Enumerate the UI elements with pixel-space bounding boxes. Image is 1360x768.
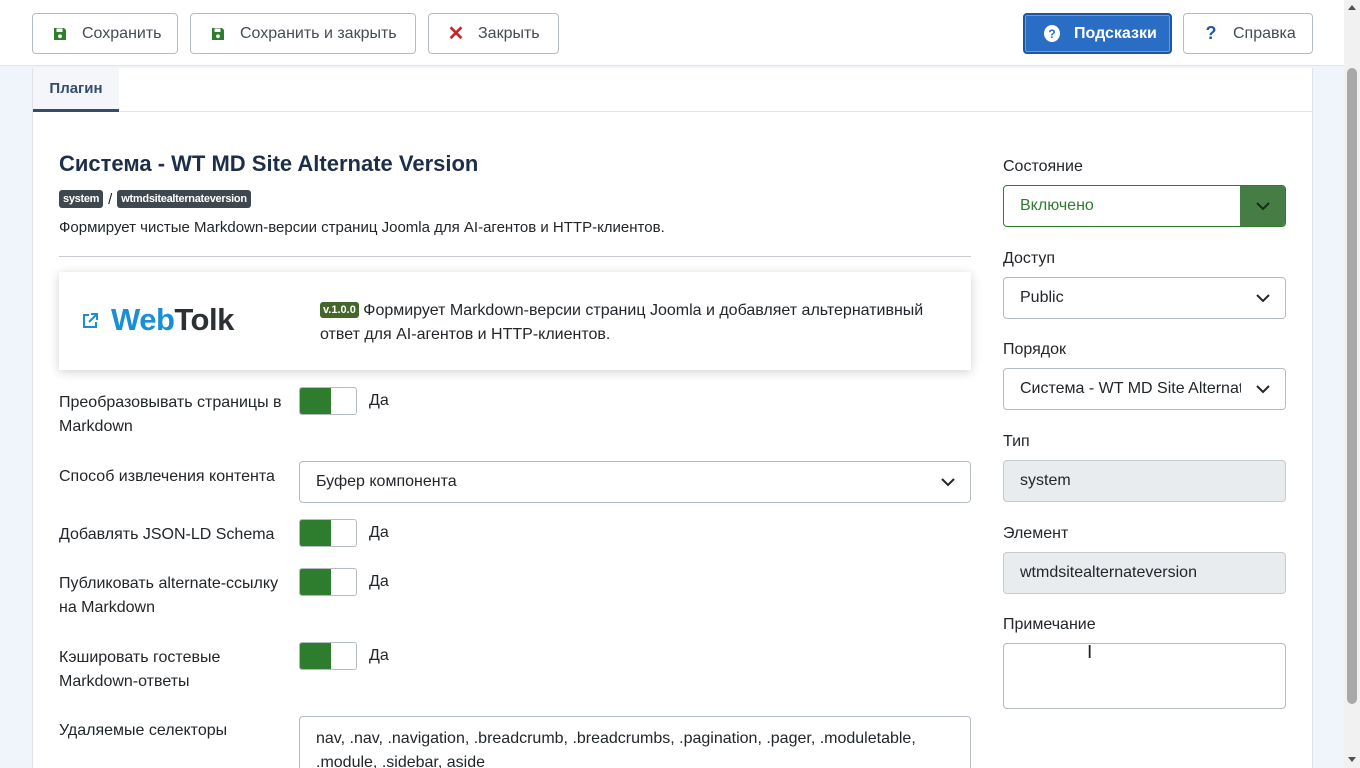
extraction-method-value: Буфер компонента — [316, 473, 457, 490]
jsonld-value: Да — [369, 524, 389, 541]
scroll-up-arrow-icon[interactable] — [1348, 5, 1356, 10]
divider — [59, 256, 971, 257]
external-link-icon[interactable] — [81, 312, 99, 330]
state-select[interactable]: Включено — [1003, 185, 1286, 227]
element-badge: wtmdsitealternateversion — [117, 190, 251, 208]
help-button[interactable]: ? Справка — [1183, 13, 1313, 54]
plugin-description: Формирует чистые Markdown-версии страниц… — [59, 219, 665, 236]
element-field: wtmdsitealternateversion — [1003, 552, 1286, 594]
alternate-link-value: Да — [369, 573, 389, 590]
chevron-down-icon — [1241, 369, 1285, 409]
element-label: Элемент — [1003, 525, 1069, 542]
webtolk-logo[interactable]: WebTolk — [111, 302, 234, 338]
alternate-link-toggle[interactable] — [299, 568, 357, 596]
page-title: Система - WT MD Site Alternate Version — [59, 151, 479, 176]
group-badge: system — [59, 190, 104, 208]
convert-markdown-toggle[interactable] — [299, 387, 357, 415]
save-icon — [210, 26, 226, 42]
vendor-info-card: WebTolk v.1.0.0 Формирует Markdown-верси… — [59, 272, 971, 370]
plugin-badges: system / wtmdsitealternateversion — [59, 190, 251, 208]
alternate-link-label: Публиковать alternate-ссылку на Markdown — [59, 575, 279, 616]
convert-markdown-value: Да — [369, 392, 389, 409]
question-circle-icon: ? — [1044, 25, 1060, 42]
tab-bar: Плагин — [33, 68, 1312, 112]
card-description: v.1.0.0 Формирует Markdown-версии страни… — [320, 298, 950, 347]
close-icon: ✕ — [447, 22, 465, 45]
save-button[interactable]: Сохранить — [32, 13, 178, 54]
scrollbar-thumb[interactable] — [1347, 68, 1357, 704]
type-field: system — [1003, 460, 1286, 502]
access-label: Доступ — [1003, 250, 1056, 267]
hints-label: Подсказки — [1074, 24, 1157, 42]
tab-plugin[interactable]: Плагин — [33, 68, 119, 112]
selectors-textarea[interactable]: nav, .nav, .navigation, .breadcrumb, .br… — [299, 716, 971, 768]
cache-value: Да — [369, 647, 389, 664]
chevron-down-icon — [1241, 278, 1285, 318]
access-value: Public — [1020, 289, 1064, 306]
chevron-down-icon — [926, 462, 970, 502]
close-label: Закрыть — [478, 24, 540, 42]
extraction-method-label: Способ извлечения контента — [59, 468, 275, 485]
card-text: Формирует Markdown-версии страниц Joomla… — [320, 302, 924, 343]
type-label: Тип — [1003, 433, 1030, 450]
jsonld-label: Добавлять JSON-LD Schema — [59, 526, 275, 543]
chevron-down-icon — [1240, 186, 1285, 226]
save-icon — [52, 26, 68, 42]
note-label: Примечание — [1003, 616, 1096, 633]
cache-label: Кэшировать гостевые Markdown-ответы — [59, 649, 221, 690]
extraction-method-select[interactable]: Буфер компонента — [299, 461, 971, 503]
version-badge: v.1.0.0 — [320, 302, 359, 318]
scroll-down-arrow-icon[interactable] — [1348, 757, 1356, 762]
text-cursor-icon: I — [1087, 642, 1093, 663]
question-icon: ? — [1205, 23, 1217, 43]
convert-markdown-label: Преобразовывать страницы в Markdown — [59, 394, 282, 435]
page-scrollbar[interactable] — [1344, 0, 1360, 768]
state-label: Состояние — [1003, 158, 1083, 175]
cache-toggle[interactable] — [299, 642, 357, 670]
toolbar: Сохранить Сохранить и закрыть ✕ Закрыть … — [0, 0, 1344, 66]
order-label: Порядок — [1003, 341, 1067, 358]
save-and-close-button[interactable]: Сохранить и закрыть — [190, 13, 416, 54]
jsonld-toggle[interactable] — [299, 519, 357, 547]
badge-separator: / — [108, 190, 113, 208]
help-label: Справка — [1233, 24, 1296, 42]
selectors-label: Удаляемые селекторы — [59, 722, 228, 739]
hints-button[interactable]: ? Подсказки — [1023, 13, 1172, 54]
close-button[interactable]: ✕ Закрыть — [428, 13, 559, 54]
state-value: Включено — [1020, 197, 1094, 214]
order-select[interactable]: Система - WT MD Site Alternate Version — [1003, 368, 1286, 410]
access-select[interactable]: Public — [1003, 277, 1286, 319]
save-label: Сохранить — [82, 24, 162, 42]
note-textarea[interactable] — [1003, 643, 1286, 709]
save-and-close-label: Сохранить и закрыть — [240, 24, 397, 42]
